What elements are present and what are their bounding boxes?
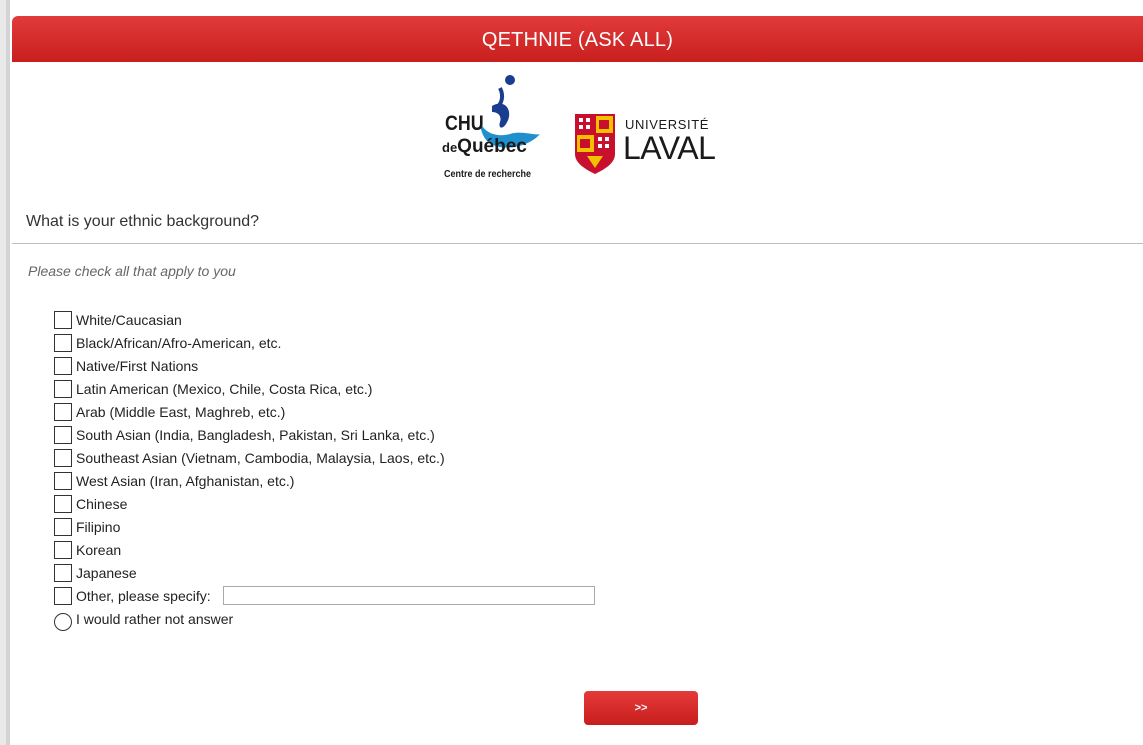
option-radio[interactable] [54,612,72,631]
next-button[interactable]: >> [584,691,698,725]
option-checkbox[interactable] [54,586,72,605]
laval-shield-icon [575,114,615,174]
option-label: Chinese [76,495,128,512]
option-checkbox[interactable] [54,517,72,536]
option-label: Latin American (Mexico, Chile, Costa Ric… [76,380,373,397]
option-arab[interactable]: Arab (Middle East, Maghreb, etc.) [54,400,595,423]
option-southeast-asian[interactable]: Southeast Asian (Vietnam, Cambodia, Mala… [54,446,595,469]
chu-logo-de: de [442,140,458,155]
option-checkbox[interactable] [54,310,72,329]
question-header: QETHNIE (ASK ALL) [12,16,1143,62]
question-text: What is your ethnic background? [26,213,260,230]
chu-quebec-logo: CHU deQuébec Centre de recherche [440,72,552,184]
option-south-asian[interactable]: South Asian (India, Bangladesh, Pakistan… [54,423,595,446]
option-white-caucasian[interactable]: White/Caucasian [54,308,595,331]
option-filipino[interactable]: Filipino [54,515,595,538]
option-native-first-nations[interactable]: Native/First Nations [54,354,595,377]
option-label: Korean [76,541,122,558]
question-instruction: Please check all that apply to you [28,263,236,279]
question-divider [12,243,1143,244]
option-checkbox[interactable] [54,379,72,398]
option-checkbox[interactable] [54,356,72,375]
left-border [0,0,10,745]
option-other[interactable]: Other, please specify: [54,584,595,607]
option-korean[interactable]: Korean [54,538,595,561]
survey-page: QETHNIE (ASK ALL) CHU deQuébec Centre de… [0,0,1143,745]
option-checkbox[interactable] [54,448,72,467]
option-chinese[interactable]: Chinese [54,492,595,515]
other-specify-input[interactable] [222,586,595,605]
option-black-african[interactable]: Black/African/Afro-American, etc. [54,331,595,354]
option-latin-american[interactable]: Latin American (Mexico, Chile, Costa Ric… [54,377,595,400]
chu-logo-quebec: Québec [457,136,527,157]
option-label: Native/First Nations [76,357,199,374]
universite-laval-logo: UNIVERSITÉ LAVAL [573,112,743,177]
option-label: Filipino [76,518,121,535]
answer-options: White/Caucasian Black/African/Afro-Ameri… [54,308,595,631]
laval-logo-name: LAVAL [623,130,716,166]
option-label: Southeast Asian (Vietnam, Cambodia, Mala… [76,449,445,466]
option-japanese[interactable]: Japanese [54,561,595,584]
option-label: Other, please specify: [76,587,211,604]
option-checkbox[interactable] [54,402,72,421]
option-checkbox[interactable] [54,494,72,513]
option-checkbox[interactable] [54,471,72,490]
option-checkbox[interactable] [54,563,72,582]
option-checkbox[interactable] [54,425,72,444]
option-west-asian[interactable]: West Asian (Iran, Afghanistan, etc.) [54,469,595,492]
option-label: Black/African/Afro-American, etc. [76,334,282,351]
option-label: West Asian (Iran, Afghanistan, etc.) [76,472,295,489]
chu-logo-subtitle: Centre de recherche [444,169,532,180]
chu-logo-city: deQuébec [442,136,527,158]
logos-area: CHU deQuébec Centre de recherche UNIVERS… [440,72,740,184]
option-checkbox[interactable] [54,540,72,559]
option-rather-not-answer[interactable]: I would rather not answer [54,607,595,631]
option-label: Japanese [76,564,137,581]
option-label: White/Caucasian [76,311,182,328]
option-label: South Asian (India, Bangladesh, Pakistan… [76,426,435,443]
chu-logo-text: CHU [445,112,484,135]
option-label: Arab (Middle East, Maghreb, etc.) [76,403,286,420]
option-label: I would rather not answer [76,610,234,627]
option-checkbox[interactable] [54,333,72,352]
